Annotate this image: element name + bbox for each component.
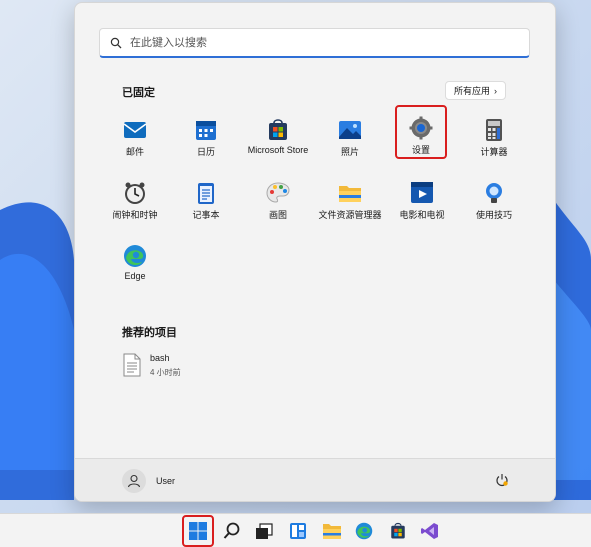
clock-icon [125, 182, 145, 204]
search-icon [110, 37, 122, 48]
start-menu: 已固定 所有应用 › 邮件 日历 Microsoft Store [74, 2, 556, 502]
chevron-right-icon: › [494, 85, 497, 96]
recommended-title: 推荐的项目 [122, 327, 177, 339]
paint-icon [266, 182, 290, 203]
power-button[interactable] [495, 473, 509, 492]
app-calendar[interactable]: 日历 [170, 110, 242, 166]
store-icon [391, 522, 405, 539]
edge-icon [124, 245, 146, 267]
app-label: 日历 [196, 147, 215, 157]
task-view-button[interactable] [250, 517, 278, 545]
taskbar [0, 513, 591, 547]
recommended-item-time: 4 小时前 [150, 368, 181, 377]
app-label: 电影和电视 [399, 210, 445, 220]
taskbar-store[interactable] [384, 517, 412, 545]
user-name: User [156, 476, 176, 486]
settings-gear-icon [409, 116, 433, 140]
search-icon [223, 522, 240, 539]
avatar [122, 469, 146, 493]
power-icon [496, 474, 508, 487]
app-label: 闹钟和时钟 [112, 210, 158, 220]
app-edge[interactable]: Edge [99, 236, 171, 292]
all-apps-button[interactable]: 所有应用 › [445, 81, 506, 100]
app-label: 文件资源管理器 [318, 210, 382, 220]
app-alarms-clock[interactable]: 闹钟和时钟 [99, 173, 171, 229]
start-button[interactable] [182, 515, 214, 547]
calendar-icon [196, 121, 216, 140]
search-box[interactable] [99, 28, 530, 58]
file-explorer-icon [323, 524, 341, 539]
taskbar-file-explorer[interactable] [318, 517, 346, 545]
app-label: Edge [124, 271, 146, 281]
app-label: 使用技巧 [475, 210, 512, 220]
edge-icon [355, 522, 373, 540]
app-calculator[interactable]: 计算器 [458, 110, 530, 166]
folder-icon [339, 186, 361, 202]
taskbar-search-button[interactable] [218, 517, 246, 545]
app-movies-tv[interactable]: 电影和电视 [386, 173, 458, 229]
app-notepad[interactable]: 记事本 [170, 173, 242, 229]
app-microsoft-store[interactable]: Microsoft Store [242, 110, 314, 166]
user-account-button[interactable]: User [122, 469, 175, 493]
app-paint[interactable]: 画图 [242, 173, 314, 229]
app-label: 设置 [411, 145, 430, 155]
calculator-icon [486, 119, 502, 141]
task-view-icon [256, 523, 273, 539]
all-apps-label: 所有应用 [453, 86, 490, 96]
app-label: 画图 [268, 210, 287, 220]
recommended-item[interactable]: bash 4 小时前 [122, 353, 181, 378]
user-icon [127, 474, 141, 488]
taskbar-visual-studio[interactable] [416, 517, 444, 545]
photos-icon [339, 121, 361, 139]
app-tips[interactable]: 使用技巧 [458, 173, 530, 229]
app-settings[interactable]: 设置 [395, 105, 447, 159]
mail-icon [123, 122, 147, 138]
start-footer: User [75, 458, 555, 501]
taskbar-edge[interactable] [350, 517, 378, 545]
widgets-button[interactable] [284, 517, 312, 545]
app-mail[interactable]: 邮件 [99, 110, 171, 166]
store-icon [269, 119, 287, 140]
app-label: 计算器 [480, 147, 508, 157]
app-label: 邮件 [125, 147, 144, 157]
app-label: 照片 [340, 147, 359, 157]
app-label: Microsoft Store [247, 145, 309, 155]
app-file-explorer[interactable]: 文件资源管理器 [314, 173, 386, 229]
app-photos[interactable]: 照片 [314, 110, 386, 166]
widgets-icon [290, 523, 306, 539]
recommended-item-name: bash [150, 353, 170, 363]
notepad-icon [198, 183, 214, 204]
search-input[interactable] [128, 35, 512, 50]
visual-studio-icon [421, 523, 438, 539]
pinned-title: 已固定 [122, 87, 155, 99]
movies-icon [411, 182, 433, 203]
file-icon [123, 353, 141, 377]
app-label: 记事本 [192, 210, 220, 220]
start-icon [189, 522, 207, 540]
tips-icon [486, 183, 502, 203]
